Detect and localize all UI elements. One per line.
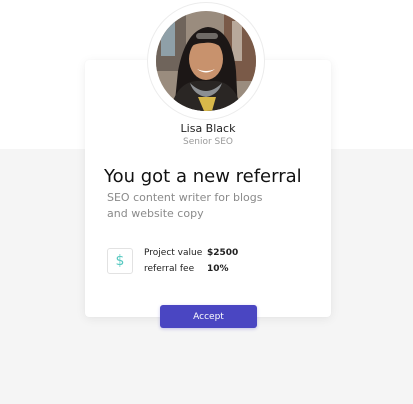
profile-name: Lisa Black xyxy=(180,122,236,135)
dollar-glyph: $ xyxy=(115,253,125,269)
project-value-label: Project value xyxy=(144,248,203,258)
project-value-amount: $2500 xyxy=(207,248,239,258)
referral-fee-amount: 10% xyxy=(207,264,229,274)
dollar-icon: $ xyxy=(107,248,133,274)
referral-description: SEO content writer for blogs and website… xyxy=(107,191,263,220)
avatar xyxy=(156,11,256,111)
profile-role: Senior SEO xyxy=(182,137,233,147)
avatar-ring xyxy=(148,3,264,119)
referral-headline: You got a new referral xyxy=(104,166,302,187)
referral-fee-label: referral fee xyxy=(144,264,195,274)
accept-button[interactable]: Accept xyxy=(160,305,257,328)
